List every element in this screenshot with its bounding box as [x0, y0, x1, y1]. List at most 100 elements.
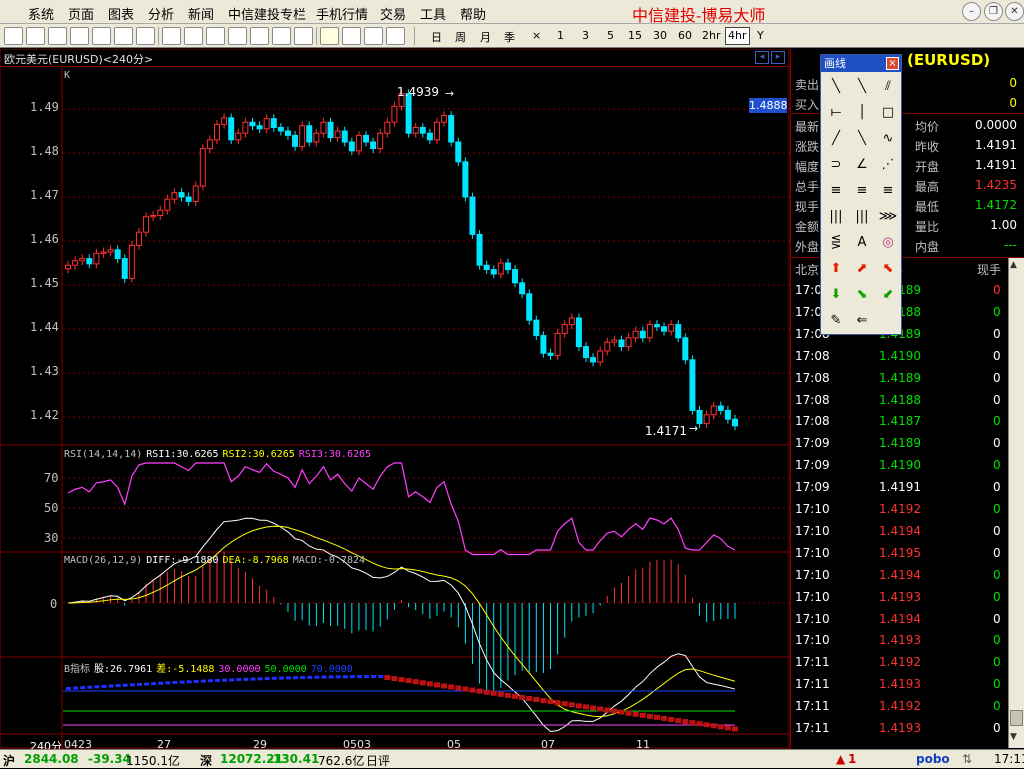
tick-time: 17:09	[795, 458, 830, 473]
candle	[334, 130, 341, 139]
period-quarter[interactable]: 季	[504, 29, 515, 45]
arrow-down-right-icon[interactable]: ⬊	[849, 283, 875, 307]
menu-citic-column[interactable]: 中信建投专栏	[228, 4, 306, 23]
target-icon[interactable]: ◎	[875, 231, 901, 255]
period-5[interactable]: 5	[607, 29, 614, 42]
menu-trade[interactable]: 交易	[380, 4, 406, 23]
lightning-icon[interactable]	[386, 27, 405, 45]
day-review[interactable]: 日评	[366, 752, 390, 769]
period-x[interactable]: ×	[532, 29, 541, 42]
sh-amount: 1150.1亿	[126, 754, 180, 768]
horizontal-line-icon[interactable]: ⟝	[823, 101, 849, 125]
eraser-icon[interactable]: ✎	[823, 309, 849, 333]
window-icon[interactable]	[26, 27, 45, 45]
draw-tool-palette[interactable]: 画线 × ╲ ╲ ⫽ ⟝ │ □ ╱ ╲ ∿ ⊃ ∠ ⋰ ≡ ≡ ≡ ||| ||| ⋙ ⋚ A ◎ ⬆ ⬈ ⬉ ⬇ ⬊ ⬋ ✎ ⇐	[820, 54, 902, 335]
b-bar	[300, 676, 306, 680]
table-icon[interactable]	[114, 27, 133, 45]
gann-grid-icon[interactable]: ⋚	[823, 231, 849, 255]
line-tool-icon[interactable]: ╲	[823, 75, 849, 99]
tick-time: 17:10	[795, 502, 830, 516]
fibonacci-icon[interactable]: ≡	[823, 179, 849, 203]
ray-tool-icon[interactable]: ╲	[849, 75, 875, 99]
arrow-down-icon[interactable]: ⬇	[823, 283, 849, 307]
zoom-out-icon[interactable]	[206, 27, 225, 45]
alarm-icon[interactable]	[342, 27, 361, 45]
tick-scrollbar[interactable]: ▲ ▼	[1008, 258, 1024, 748]
period-month[interactable]: 月	[480, 29, 491, 45]
color-icon[interactable]	[364, 27, 383, 45]
scroll-down-icon[interactable]: ▼	[1010, 732, 1017, 742]
angle-tool-icon[interactable]: ∠	[849, 153, 875, 177]
vertical-line-icon[interactable]: │	[849, 101, 875, 125]
period-1[interactable]: 1	[557, 29, 564, 42]
period-15[interactable]: 15	[628, 29, 642, 42]
scroll-up-icon[interactable]: ▲	[1010, 260, 1017, 270]
menu-help[interactable]: 帮助	[460, 4, 486, 23]
wave-tool-icon[interactable]: ∿	[875, 127, 901, 151]
menu-system[interactable]: 系统	[28, 4, 54, 23]
draw-line-icon[interactable]	[320, 27, 339, 45]
candle	[107, 249, 114, 253]
arrow-up-left-icon[interactable]: ⬉	[875, 257, 901, 281]
period-60[interactable]: 60	[678, 29, 692, 42]
fibonacci-ext-icon[interactable]: ≡	[849, 179, 875, 203]
tick-row: 17:08 1.4190 0	[791, 345, 1011, 367]
menu-chart[interactable]: 图表	[108, 4, 134, 23]
draw-tool-close-icon[interactable]: ×	[886, 57, 899, 70]
f10-icon[interactable]	[136, 27, 155, 45]
zoom-in-icon[interactable]	[184, 27, 203, 45]
period-4hr[interactable]: 4hr	[725, 27, 750, 45]
alert-count[interactable]: 1	[848, 752, 856, 766]
menu-mobile-quotes[interactable]: 手机行情	[316, 4, 368, 23]
layout-icon[interactable]	[92, 27, 111, 45]
gann-fan-icon[interactable]: ⋙	[875, 205, 901, 229]
menu-tools[interactable]: 工具	[420, 4, 446, 23]
arc-tool-icon[interactable]: ⊃	[823, 153, 849, 177]
menu-analysis[interactable]: 分析	[148, 4, 174, 23]
text-tool-icon[interactable]: A	[849, 231, 875, 255]
b-bar	[682, 719, 689, 725]
time-cycle-icon[interactable]: |||	[823, 205, 849, 229]
period-year[interactable]: Y	[757, 29, 764, 42]
alert-icon[interactable]: ▲	[836, 752, 845, 766]
close-icon[interactable]: ✕	[1005, 2, 1024, 21]
tick-price: 1.4195	[879, 545, 921, 560]
period-week[interactable]: 周	[455, 29, 466, 45]
formula-icon[interactable]	[228, 27, 247, 45]
menu-news[interactable]: 新闻	[188, 4, 214, 23]
period-lines-icon[interactable]: |||	[849, 205, 875, 229]
b-bar	[342, 675, 348, 679]
candle	[313, 132, 320, 143]
trend-down-icon[interactable]: ╲	[849, 127, 875, 151]
tile-icon[interactable]	[70, 27, 89, 45]
arrow-down-left-icon[interactable]: ⬋	[875, 283, 901, 307]
parallel-tool-icon[interactable]: ⫽	[875, 75, 901, 99]
fan-tool-icon[interactable]: ⋰	[875, 153, 901, 177]
percent-lines-icon[interactable]: ≡	[875, 179, 901, 203]
chart-window-icon[interactable]	[48, 27, 67, 45]
quote-list-icon[interactable]	[4, 27, 23, 45]
trend-up-icon[interactable]: ╱	[823, 127, 849, 151]
menu-page[interactable]: 页面	[68, 4, 94, 23]
rectangle-tool-icon[interactable]: □	[875, 101, 901, 125]
candle	[348, 141, 355, 152]
arrow-up-icon[interactable]: ⬆	[823, 257, 849, 281]
restore-icon[interactable]: ❐	[984, 2, 1003, 21]
tick-price: 1.4193	[879, 633, 921, 648]
scroll-thumb[interactable]	[1010, 710, 1023, 726]
minimize-icon[interactable]: –	[962, 2, 981, 21]
period-3[interactable]: 3	[582, 29, 589, 42]
next-icon[interactable]	[294, 27, 313, 45]
chart-svg[interactable]	[0, 49, 790, 749]
export-icon[interactable]	[272, 27, 291, 45]
period-30[interactable]: 30	[653, 29, 667, 42]
period-day[interactable]: 日	[431, 29, 442, 45]
delete-all-icon[interactable]: ⇐	[849, 309, 875, 333]
indicator-icon[interactable]	[250, 27, 269, 45]
period-2hr[interactable]: 2hr	[702, 29, 721, 42]
b-bar	[215, 678, 221, 682]
arrow-up-right-icon[interactable]: ⬈	[849, 257, 875, 281]
b-bar	[264, 677, 270, 681]
refresh-icon[interactable]	[162, 27, 181, 45]
candle	[249, 121, 256, 127]
